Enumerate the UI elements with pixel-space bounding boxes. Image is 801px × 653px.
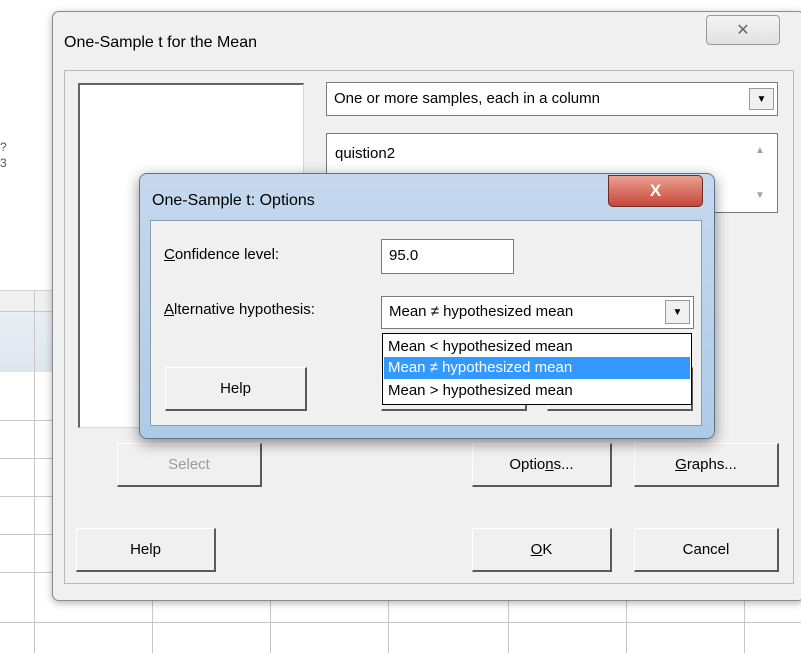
grid-line [0, 572, 60, 573]
dropdown-option-greater[interactable]: Mean > hypothesized mean [384, 380, 690, 402]
close-button[interactable]: ✕ [706, 15, 780, 45]
grid-line [0, 458, 60, 459]
dropdown-option-less[interactable]: Mean < hypothesized mean [384, 336, 690, 358]
grid-line [388, 596, 389, 653]
options-help-button[interactable]: Help [165, 367, 307, 411]
grid-line [0, 534, 60, 535]
options-button[interactable]: Optio n s... [472, 443, 612, 487]
ok-button[interactable]: OK [472, 528, 612, 572]
grid-line [626, 596, 627, 653]
close-icon: X [649, 181, 662, 200]
grid-line [0, 496, 60, 497]
confidence-level-label: Confidence level: [164, 246, 280, 263]
grid-line [744, 596, 745, 653]
alternative-hypothesis-value: Mean ≠ hypothesized mean [389, 303, 574, 320]
grid-line [0, 622, 801, 623]
scroll-down-icon[interactable]: ▼ [755, 190, 765, 201]
worksheet-edge-text: ? [0, 140, 7, 154]
close-icon: ✕ [736, 22, 750, 39]
scroll-up-icon[interactable]: ▲ [755, 145, 765, 156]
sample-mode-value: One or more samples, each in a column [334, 90, 600, 107]
grid-line [508, 596, 509, 653]
cancel-button[interactable]: Cancel [634, 528, 779, 572]
grid-line [270, 596, 271, 653]
confidence-level-value: 95.0 [389, 247, 419, 264]
grid-line [0, 420, 60, 421]
grid-line [152, 596, 153, 653]
help-button[interactable]: Help [76, 528, 216, 572]
select-button[interactable]: Select [117, 443, 262, 487]
alternative-hypothesis-label: Alternative hypothesis: [164, 301, 315, 318]
samples-value: quistion2 [335, 145, 396, 162]
dropdown-option-not-equal[interactable]: Mean ≠ hypothesized mean [384, 357, 690, 379]
graphs-button[interactable]: Graphs... [634, 443, 779, 487]
chevron-down-icon[interactable]: ▼ [665, 300, 690, 324]
chevron-down-icon[interactable]: ▼ [749, 88, 774, 110]
options-dialog-title: One-Sample t: Options [152, 192, 315, 209]
dialog-title: One-Sample t for the Mean [64, 34, 257, 51]
worksheet-edge-text: 3 [0, 156, 7, 170]
grid-line [34, 290, 35, 653]
options-close-button[interactable]: X [608, 175, 703, 207]
